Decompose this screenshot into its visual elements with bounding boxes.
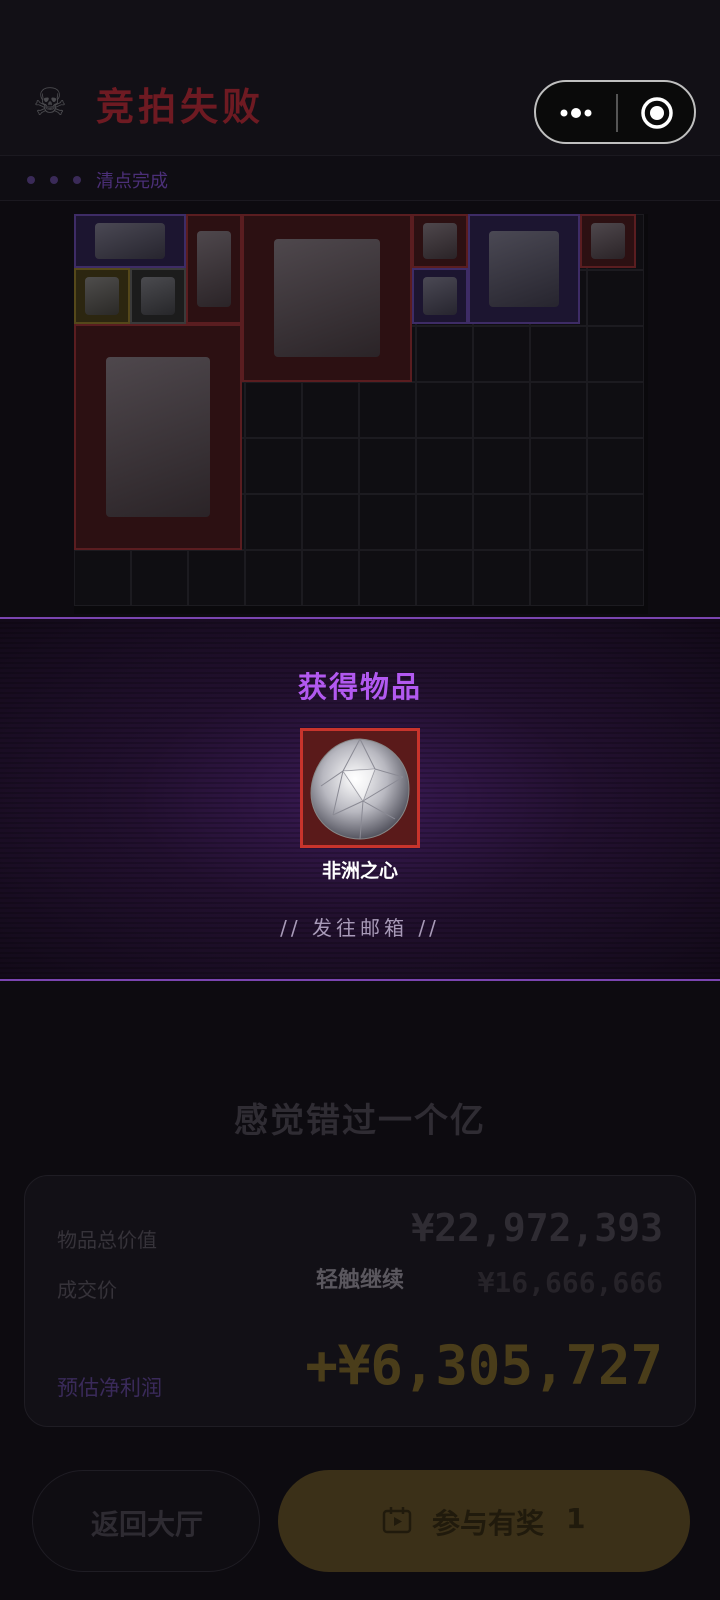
item-silhouette bbox=[273, 238, 381, 358]
grid-cell bbox=[587, 438, 644, 494]
grid-cell bbox=[416, 326, 473, 382]
item-silhouette bbox=[141, 277, 175, 315]
inventory-item-tape-roll bbox=[130, 268, 186, 324]
diamond-icon bbox=[303, 731, 417, 845]
video-calendar-icon bbox=[382, 1507, 412, 1534]
item-silhouette bbox=[423, 277, 457, 315]
grid-cell bbox=[359, 438, 416, 494]
grid-cell bbox=[587, 550, 644, 606]
grid-cell bbox=[416, 550, 473, 606]
grid-cell bbox=[473, 382, 530, 438]
mini-program-capsule bbox=[534, 80, 696, 144]
item-silhouette bbox=[85, 277, 119, 315]
grid-cell bbox=[302, 494, 359, 550]
inventory-item-figurine bbox=[74, 268, 130, 324]
reward-modal[interactable]: 获得物品 非洲之心 // 发往邮箱 // bbox=[0, 617, 720, 981]
modal-title: 获得物品 bbox=[297, 670, 422, 704]
grid-cell bbox=[473, 550, 530, 606]
grid-cell bbox=[416, 494, 473, 550]
grid-cell bbox=[245, 438, 302, 494]
grid-cell bbox=[131, 550, 188, 606]
progress-row: 清点完成 bbox=[0, 155, 720, 201]
grid-cell bbox=[530, 494, 587, 550]
inventory-item-gem-shard bbox=[412, 214, 468, 268]
grid-cell bbox=[245, 494, 302, 550]
progress-dot bbox=[27, 176, 35, 184]
grid-cell bbox=[587, 382, 644, 438]
grid-cell bbox=[473, 494, 530, 550]
grid-cell bbox=[587, 326, 644, 382]
grid-cell bbox=[188, 550, 245, 606]
grid-cell bbox=[530, 438, 587, 494]
prize-item-card bbox=[300, 728, 420, 848]
reward-count: 1 bbox=[566, 1502, 586, 1535]
grid-cell bbox=[473, 438, 530, 494]
reward-button[interactable]: 参与有奖 1 bbox=[278, 1470, 690, 1572]
total-value: ¥22,972,393 bbox=[411, 1206, 663, 1250]
tap-to-continue[interactable]: 轻触继续 bbox=[0, 1262, 720, 1294]
grid-cell bbox=[359, 382, 416, 438]
grid-cell bbox=[74, 550, 131, 606]
profit-value: +¥6,305,727 bbox=[305, 1334, 663, 1397]
skull-icon: ☠ bbox=[32, 80, 68, 124]
item-silhouette bbox=[105, 357, 211, 517]
back-to-lobby-button[interactable]: 返回大厅 bbox=[32, 1470, 260, 1572]
inventory-item-boombox bbox=[74, 214, 186, 268]
item-silhouette bbox=[423, 223, 457, 259]
total-value-label: 物品总价值 bbox=[57, 1228, 157, 1252]
grid-cell bbox=[416, 438, 473, 494]
grid-cell bbox=[245, 382, 302, 438]
grid-cell bbox=[530, 382, 587, 438]
stats-card: 物品总价值 ¥22,972,393 成交价 ¥16,666,666 预估净利润 … bbox=[24, 1175, 696, 1427]
progress-dot bbox=[50, 176, 58, 184]
progress-dot bbox=[73, 176, 81, 184]
grid-cell bbox=[302, 438, 359, 494]
item-silhouette bbox=[591, 223, 625, 259]
inventory-item-medical-monitor bbox=[242, 214, 412, 382]
inventory-item-molecule-model bbox=[412, 268, 468, 324]
target-circle-icon[interactable] bbox=[640, 96, 674, 130]
prize-name: 非洲之心 bbox=[321, 860, 398, 882]
item-silhouette bbox=[489, 230, 559, 308]
profit-label: 预估净利润 bbox=[57, 1376, 162, 1400]
inventory-item-lab-instrument bbox=[468, 214, 580, 324]
reward-button-label: 参与有奖 bbox=[432, 1507, 545, 1540]
grid-cell bbox=[530, 550, 587, 606]
item-silhouette bbox=[197, 230, 231, 308]
grid-cell bbox=[416, 382, 473, 438]
page-title: 竞拍失败 bbox=[96, 85, 265, 129]
inventory-item-small-device bbox=[186, 214, 242, 324]
grid-cell bbox=[587, 494, 644, 550]
grid-cell bbox=[302, 550, 359, 606]
inventory-grid bbox=[74, 214, 648, 614]
grid-cell bbox=[587, 270, 644, 326]
inventory-item-camera-part bbox=[580, 214, 636, 268]
send-to-mailbox-label: // 发往邮箱 // bbox=[280, 916, 440, 940]
item-silhouette bbox=[95, 223, 165, 259]
back-button-label: 返回大厅 bbox=[90, 1508, 203, 1541]
more-dots-icon[interactable] bbox=[558, 100, 618, 126]
header: ☠ 竞拍失败 bbox=[0, 0, 720, 155]
grid-cell bbox=[473, 326, 530, 382]
grid-cell bbox=[302, 382, 359, 438]
inventory-item-server-tower bbox=[74, 324, 242, 550]
miss-text: 感觉错过一个亿 bbox=[234, 1101, 486, 1141]
grid-cell bbox=[359, 550, 416, 606]
grid-cell bbox=[530, 326, 587, 382]
progress-status: 清点完成 bbox=[96, 171, 168, 192]
capsule-divider bbox=[616, 94, 618, 132]
grid-cell bbox=[245, 550, 302, 606]
grid-cell bbox=[359, 494, 416, 550]
